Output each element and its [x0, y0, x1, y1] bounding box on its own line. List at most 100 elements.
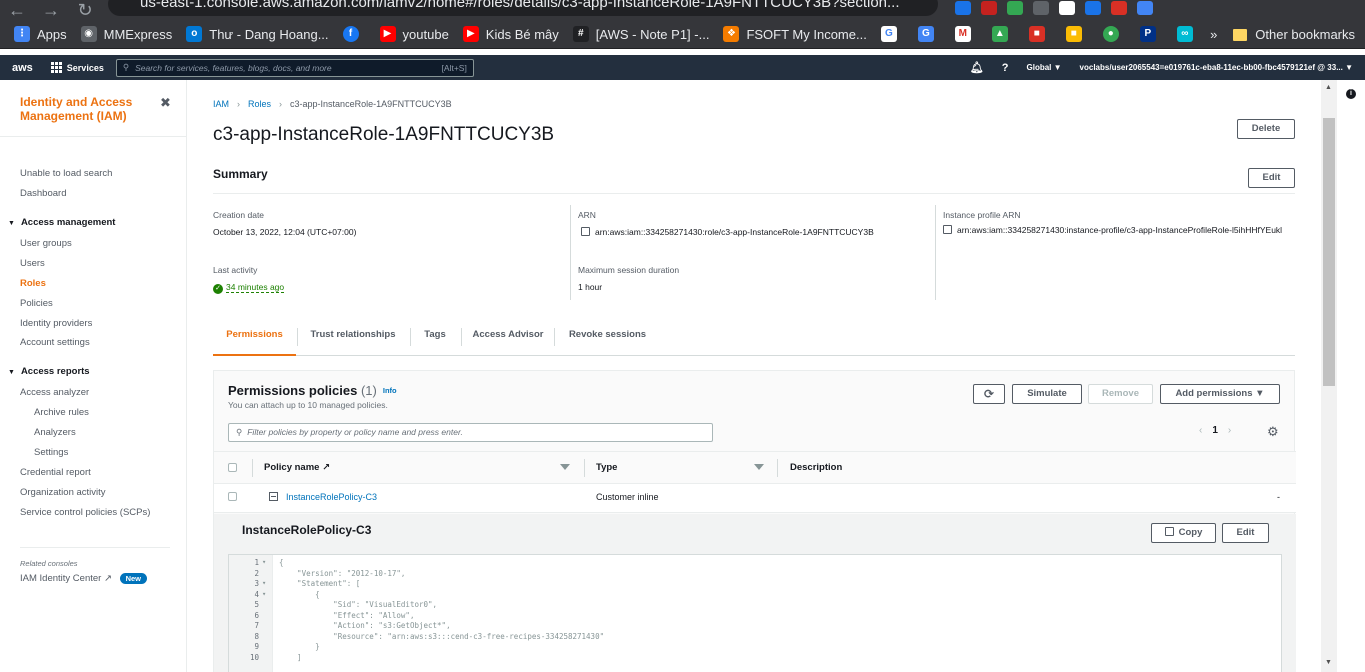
policy-filter-input[interactable]: ⚲ Filter policies by property or policy n…: [228, 423, 713, 442]
edit-summary-button[interactable]: Edit: [1248, 168, 1295, 188]
bookmark-fsoft[interactable]: ❖ FSOFT My Income...: [723, 26, 867, 42]
info-icon[interactable]: i: [1346, 89, 1356, 99]
add-permissions-button[interactable]: Add permissions ▼: [1160, 384, 1280, 404]
bookmark-ext[interactable]: ■: [1028, 26, 1052, 42]
sidebar-item-policies[interactable]: Policies: [20, 298, 53, 309]
bookmark-link[interactable]: ∞: [1176, 26, 1200, 42]
sort-icon[interactable]: [560, 464, 570, 470]
bell-icon[interactable]: 🔔︎: [970, 61, 984, 74]
other-bookmarks[interactable]: Other bookmarks: [1255, 27, 1355, 42]
close-icon[interactable]: ✖: [160, 95, 171, 111]
chevron-right-icon: ›: [237, 99, 241, 109]
bookmark-google[interactable]: G: [880, 26, 904, 42]
remove-button[interactable]: Remove: [1088, 384, 1153, 404]
extension-icon[interactable]: [1111, 1, 1127, 15]
sidebar-item-identity-center[interactable]: IAM Identity Center ↗ New: [20, 573, 147, 584]
tab-trust-relationships[interactable]: Trust relationships: [303, 320, 403, 356]
region-selector[interactable]: Global ▼: [1027, 63, 1062, 72]
sidebar-item-archive-rules[interactable]: Archive rules: [34, 407, 89, 418]
copy-button[interactable]: Copy: [1151, 523, 1216, 543]
extension-icon[interactable]: [1007, 1, 1023, 15]
gear-icon[interactable]: ⚙: [1267, 424, 1279, 440]
fold-icon[interactable]: ▾: [262, 558, 266, 566]
sidebar-item-analyzers[interactable]: Analyzers: [34, 427, 76, 438]
aws-logo[interactable]: aws: [12, 62, 33, 74]
sidebar-item-organization-activity[interactable]: Organization activity: [20, 487, 106, 498]
services-menu[interactable]: Services: [50, 62, 104, 73]
copy-icon[interactable]: [943, 225, 952, 234]
bookmark-translate[interactable]: G: [917, 26, 941, 42]
copy-icon[interactable]: [581, 227, 590, 236]
bookmark-aws-note[interactable]: # [AWS - Note P1] -...: [572, 26, 709, 42]
bookmark-mmexpress[interactable]: ◉ MMExpress: [80, 26, 172, 42]
sidebar-item-user-groups[interactable]: User groups: [20, 238, 72, 249]
extension-icon[interactable]: [1085, 1, 1101, 15]
simulate-button[interactable]: Simulate: [1012, 384, 1082, 404]
bookmark-paypal[interactable]: P: [1139, 26, 1163, 42]
sidebar-item-account-settings[interactable]: Account settings: [20, 337, 90, 348]
info-link[interactable]: Info: [383, 386, 397, 395]
collapse-icon[interactable]: [269, 492, 278, 501]
bookmark-youtube[interactable]: ▶ youtube: [379, 26, 449, 42]
scroll-thumb[interactable]: [1323, 118, 1335, 386]
bookmark-drive[interactable]: ▲: [991, 26, 1015, 42]
sidebar-item-identity-providers[interactable]: Identity providers: [20, 318, 92, 329]
sidebar-section-access-reports[interactable]: Access reports: [8, 366, 90, 377]
sidebar-item-users[interactable]: Users: [20, 258, 45, 269]
column-policy-name[interactable]: Policy name ↗: [264, 452, 330, 483]
edit-policy-button[interactable]: Edit: [1222, 523, 1269, 543]
bookmark-chrome[interactable]: ●: [1102, 26, 1126, 42]
bookmark-facebook[interactable]: f: [342, 26, 366, 42]
bookmark-kids[interactable]: ▶ Kids Bé mây: [462, 26, 559, 42]
more-bookmarks-button[interactable]: »: [1210, 27, 1217, 42]
sidebar-item-analyzer-settings[interactable]: Settings: [34, 447, 68, 458]
row-checkbox[interactable]: [228, 492, 237, 501]
next-page-button[interactable]: ›: [1228, 425, 1231, 436]
page-scrollbar[interactable]: ▲ ▼: [1321, 80, 1337, 672]
policy-link[interactable]: InstanceRolePolicy-C3: [286, 492, 377, 502]
forward-arrow-icon[interactable]: →: [34, 0, 68, 20]
refresh-icon[interactable]: ⟳: [973, 384, 1005, 404]
bookmark-keep[interactable]: ■: [1065, 26, 1089, 42]
bookmark-outlook[interactable]: o Thư - Dang Hoang...: [186, 26, 329, 42]
tab-access-advisor[interactable]: Access Advisor: [467, 320, 549, 356]
sidebar-item-scps[interactable]: Service control policies (SCPs): [20, 507, 150, 518]
select-all-checkbox[interactable]: [228, 463, 237, 472]
tab-tags[interactable]: Tags: [416, 320, 454, 356]
sidebar-item-access-analyzer[interactable]: Access analyzer: [20, 387, 89, 398]
help-icon[interactable]: ?: [1002, 62, 1009, 74]
policy-json-editor[interactable]: 1 ▾{2 "Version": "2012-10-17", 3 ▾ "Stateme…: [228, 554, 1282, 672]
sidebar-item-roles[interactable]: Roles: [20, 278, 46, 289]
extension-icon[interactable]: [1033, 1, 1049, 15]
code-line: ]: [279, 652, 302, 662]
tab-permissions[interactable]: Permissions: [213, 320, 296, 356]
sidebar-item-credential-report[interactable]: Credential report: [20, 467, 91, 478]
scroll-up-icon[interactable]: ▲: [1325, 84, 1332, 91]
fold-icon[interactable]: ▾: [262, 590, 266, 598]
extension-icon[interactable]: [1137, 1, 1153, 15]
delete-button[interactable]: Delete: [1237, 119, 1295, 139]
extension-icon[interactable]: [955, 1, 971, 15]
bookmark-apps[interactable]: ⋮ Apps: [14, 26, 67, 42]
address-bar[interactable]: us-east-1.console.aws.amazon.com/iamv2/h…: [108, 0, 938, 16]
account-menu[interactable]: voclabs/user2065543=e019761c-eba8-11ec-b…: [1080, 63, 1353, 72]
sort-icon[interactable]: [754, 464, 764, 470]
column-type[interactable]: Type: [596, 452, 617, 483]
sidebar-title[interactable]: Identity and Access Management (IAM): [20, 95, 150, 123]
reload-icon[interactable]: ↻: [68, 0, 102, 20]
scroll-down-icon[interactable]: ▼: [1325, 659, 1332, 666]
aws-search-input[interactable]: ⚲ Search for services, features, blogs, …: [115, 58, 474, 77]
breadcrumb-roles[interactable]: Roles: [248, 99, 271, 109]
prev-page-button[interactable]: ‹: [1199, 425, 1202, 436]
column-description[interactable]: Description: [790, 452, 842, 483]
sidebar-item-dashboard[interactable]: Dashboard: [20, 188, 66, 199]
fold-icon[interactable]: ▾: [262, 579, 266, 587]
breadcrumb-iam[interactable]: IAM: [213, 99, 229, 109]
sidebar-section-access-management[interactable]: Access management: [8, 217, 116, 228]
bookmark-gmail[interactable]: M: [954, 26, 978, 42]
extension-icon[interactable]: [1059, 1, 1075, 15]
current-page[interactable]: 1: [1212, 425, 1218, 436]
tab-revoke-sessions[interactable]: Revoke sessions: [560, 320, 655, 356]
back-arrow-icon[interactable]: ←: [0, 0, 34, 20]
extension-icon[interactable]: [981, 1, 997, 15]
